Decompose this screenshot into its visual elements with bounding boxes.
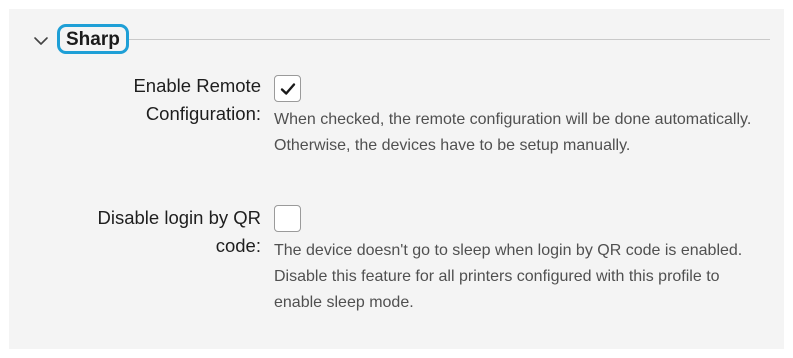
checkmark-icon [279, 80, 297, 98]
setting-label: Enable Remote Configuration: [21, 72, 261, 128]
setting-label-line: Configuration: [145, 103, 261, 124]
setting-label-line: code: [215, 235, 261, 256]
section-divider [129, 39, 770, 40]
disable-login-by-qr-code-checkbox[interactable] [274, 205, 301, 232]
chevron-down-icon[interactable] [31, 31, 51, 51]
setting-label-line: Disable login by QR [97, 207, 262, 228]
settings-panel: Sharp Enable Remote Configuration: When … [9, 9, 784, 349]
setting-description: The device doesn't go to sleep when logi… [274, 242, 743, 311]
enable-remote-configuration-checkbox[interactable] [274, 75, 301, 102]
setting-label: Disable login by QR code: [21, 204, 262, 260]
section-title-button[interactable]: Sharp [57, 24, 129, 54]
setting-label-line: Enable Remote [133, 75, 261, 96]
section-title: Sharp [66, 28, 120, 50]
setting-description: When checked, the remote configuration w… [274, 111, 752, 154]
section-header: Sharp [29, 21, 774, 61]
